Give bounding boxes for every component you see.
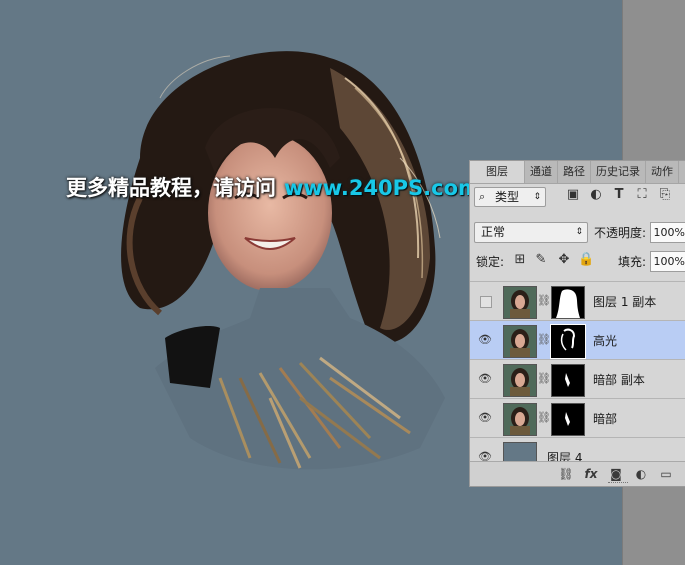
- layer-mask-thumbnail[interactable]: [551, 364, 585, 397]
- chain-link-icon[interactable]: ⛓: [537, 372, 551, 386]
- layer-thumbnail[interactable]: [503, 286, 537, 319]
- layer-row[interactable]: ⛓ 图层 1 副本: [470, 281, 685, 321]
- chain-link-icon[interactable]: ⛓: [537, 333, 551, 347]
- layer-mask-thumbnail[interactable]: [551, 286, 585, 319]
- layer-name[interactable]: 暗部 副本: [593, 371, 645, 388]
- layer-filter-dropdown[interactable]: ⌕ 类型 ⇕: [474, 187, 546, 207]
- layers-bottom-toolbar: ⛓ fx ◙ ◐ ▭: [470, 461, 685, 486]
- filter-type-icon[interactable]: T: [611, 187, 627, 203]
- layer-row-selected[interactable]: 👁 ⛓ 高光: [470, 320, 685, 360]
- tab-paths[interactable]: 路径: [558, 161, 591, 183]
- search-icon: ⌕: [479, 190, 486, 203]
- fill-label: 填充:: [618, 255, 647, 269]
- chain-link-icon[interactable]: ⛓: [537, 411, 551, 425]
- adjustment-layer-icon[interactable]: ◐: [633, 466, 649, 482]
- fill-input[interactable]: 100%: [650, 251, 685, 272]
- resize-grip[interactable]: [608, 482, 628, 485]
- layer-thumbnail[interactable]: [503, 403, 537, 436]
- fx-icon[interactable]: fx: [583, 466, 599, 482]
- lock-row: 锁定: ⊞ ✎ ✥ 🔒 填充: 100%: [470, 249, 685, 273]
- tab-history[interactable]: 历史记录: [591, 161, 646, 183]
- blend-mode-dropdown[interactable]: 正常 ⇕: [474, 222, 588, 243]
- link-layers-icon[interactable]: ⛓: [558, 466, 574, 482]
- layer-row[interactable]: 👁 图层 4: [470, 437, 685, 463]
- eye-icon[interactable]: 👁: [478, 333, 492, 347]
- panel-tabs: 图层 通道 路径 历史记录 动作: [470, 161, 685, 184]
- add-mask-icon[interactable]: ◙: [608, 466, 624, 482]
- tab-channels[interactable]: 通道: [525, 161, 558, 183]
- layer-row[interactable]: 👁 ⛓ 暗部: [470, 398, 685, 438]
- filter-adjustment-icon[interactable]: ◐: [588, 187, 604, 203]
- visibility-toggle-off[interactable]: [480, 296, 492, 308]
- layer-mask-thumbnail[interactable]: [551, 403, 585, 436]
- lock-all-icon[interactable]: 🔒: [578, 252, 594, 268]
- opacity-input[interactable]: 100%: [650, 222, 685, 243]
- blend-row: 正常 ⇕ 不透明度: 100%: [470, 220, 685, 244]
- filter-label: 类型: [495, 190, 520, 204]
- layer-name[interactable]: 高光: [593, 332, 617, 349]
- layer-thumbnail[interactable]: [503, 364, 537, 397]
- layer-name[interactable]: 图层 1 副本: [593, 293, 656, 310]
- new-group-icon[interactable]: ▭: [658, 466, 674, 482]
- eye-icon[interactable]: 👁: [478, 411, 492, 425]
- spinner-icon: ⇕: [575, 227, 583, 237]
- watermark-text: 更多精品教程，请访问 www.240PS.com: [66, 172, 480, 202]
- spinner-icon: ⇕: [533, 192, 541, 202]
- eye-icon[interactable]: 👁: [478, 372, 492, 386]
- filter-shape-icon[interactable]: ⛶: [634, 187, 650, 203]
- chain-link-icon[interactable]: ⛓: [537, 294, 551, 308]
- watermark-chinese: 更多精品教程，请访问: [66, 176, 276, 200]
- tab-layers[interactable]: 图层: [470, 161, 525, 183]
- layer-row[interactable]: 👁 ⛓ 暗部 副本: [470, 359, 685, 399]
- layer-thumbnail[interactable]: [503, 325, 537, 358]
- layer-name[interactable]: 暗部: [593, 410, 617, 427]
- portrait-image: [121, 51, 445, 470]
- opacity-label: 不透明度:: [594, 226, 647, 240]
- blend-mode-value: 正常: [481, 225, 506, 239]
- layers-panel: 图层 通道 路径 历史记录 动作 ⌕ 类型 ⇕ ▣ ◐ T ⛶ ⎘ 正常 ⇕ 不…: [469, 160, 685, 487]
- lock-brush-icon[interactable]: ✎: [533, 252, 549, 268]
- filter-row: ⌕ 类型 ⇕ ▣ ◐ T ⛶ ⎘: [470, 184, 685, 208]
- tab-actions[interactable]: 动作: [646, 161, 679, 183]
- filter-smart-object-icon[interactable]: ⎘: [657, 187, 673, 203]
- layer-mask-thumbnail[interactable]: [550, 324, 586, 359]
- lock-transparent-icon[interactable]: ⊞: [512, 252, 528, 268]
- lock-move-icon[interactable]: ✥: [556, 252, 572, 268]
- layer-thumbnail[interactable]: [503, 442, 537, 463]
- lock-label: 锁定:: [476, 255, 505, 269]
- filter-pixel-icon[interactable]: ▣: [565, 187, 581, 203]
- watermark-url: www.240PS.com: [284, 176, 480, 200]
